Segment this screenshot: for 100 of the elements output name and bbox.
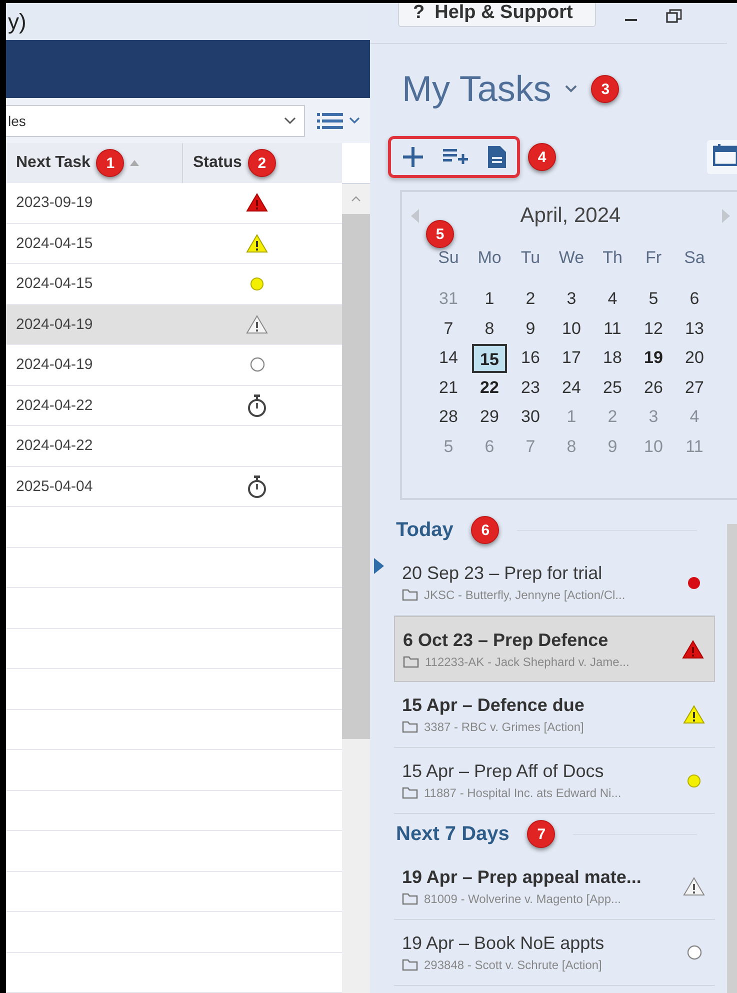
panel-title[interactable]: My Tasks [402, 68, 552, 110]
table-cell-text: 2023-09-19 [15, 193, 94, 214]
calendar-day[interactable]: 17 [551, 344, 592, 372]
status-dot-icon [250, 276, 264, 291]
weekday-label: Fr [644, 248, 663, 269]
table-row[interactable]: 2024-04-19 [6, 304, 342, 345]
table-row[interactable]: 2025-04-04 [6, 466, 342, 507]
table-cell-text: 2024-04-22 [15, 396, 94, 416]
table-row[interactable]: 2023-09-19 [6, 183, 342, 224]
weekday-label: Mo [476, 248, 502, 269]
calendar-day[interactable]: 22 [469, 374, 510, 402]
matter-label: 112233-AK - Jack Shephard v. Jame... [425, 654, 630, 668]
calendar-day[interactable]: 1 [469, 285, 510, 314]
calendar-day[interactable]: 10 [551, 314, 592, 343]
scrollbar-thumb[interactable] [342, 214, 370, 739]
warning-triangle-icon [683, 877, 705, 896]
table-cell-text: 2025-04-04 [15, 476, 94, 497]
warning-triangle-icon [246, 234, 268, 253]
table-row[interactable]: 2024-04-19 [6, 345, 342, 386]
calendar-day[interactable]: 4 [592, 285, 633, 314]
chevron-down-icon[interactable] [565, 85, 578, 93]
table-cell-text: 2024-04-22 [15, 436, 94, 456]
calendar-day[interactable]: 24 [551, 374, 592, 402]
warning-triangle-icon [246, 193, 268, 212]
task-title: 19 Apr – Prep appeal mate... [402, 867, 642, 888]
add-icon[interactable] [401, 145, 425, 169]
status-dot-icon [687, 774, 701, 788]
calendar-day[interactable]: 7 [428, 314, 469, 343]
help-button[interactable]: ? Help & Support [398, 3, 596, 27]
calendar-day[interactable]: 9 [510, 314, 551, 343]
column-header[interactable]: Next Task 1 [6, 143, 182, 183]
calendar-day[interactable]: 21 [428, 374, 469, 402]
scrollbar-thumb[interactable] [727, 524, 737, 993]
calendar-day[interactable]: 18 [592, 344, 633, 372]
add-list-icon[interactable] [443, 147, 469, 167]
calendar-day[interactable]: 20 [674, 344, 715, 372]
calendar-day[interactable]: 26 [633, 374, 674, 402]
table-cell-text: 2024-04-15 [15, 234, 94, 254]
calendar-day[interactable]: 6 [674, 285, 715, 314]
folder-icon [402, 893, 418, 905]
warning-triangle-icon [683, 705, 705, 724]
callout-badge: 7 [527, 820, 556, 848]
stopwatch-icon [247, 474, 267, 498]
group-heading: Next 7 Days [396, 822, 510, 846]
task-item[interactable]: 19 Apr – Prep appeal mate... 81009 - Wolverine v. Magento [App... [394, 854, 715, 920]
circle-icon [250, 357, 264, 372]
calendar-day[interactable]: 2 [510, 285, 551, 314]
callout-badge: 5 [426, 220, 454, 248]
document-icon[interactable] [487, 145, 507, 169]
calendar-day[interactable]: 14 [428, 344, 469, 372]
calendar-day[interactable]: 28 [428, 403, 469, 432]
calendar-day[interactable]: 3 [551, 285, 592, 314]
task-title: 15 Apr – Defence due [402, 695, 586, 716]
matter-label: 81009 - Wolverine v. Magento [App... [424, 892, 621, 906]
task-item[interactable]: 15 Apr – Prep Aff of Docs 11887 - Hospital Inc. ats Edward Ni... [394, 748, 715, 814]
chevron-up-icon [351, 196, 361, 202]
callout-badge: 1 [96, 149, 124, 177]
calendar-day[interactable]: 30 [510, 403, 551, 432]
list-icon [317, 112, 343, 130]
task-item[interactable]: 6 Oct 23 – Prep Defence 112233-AK - Jack Shephard v. Jame... [394, 616, 715, 682]
calendar-day[interactable]: 5 [633, 285, 674, 314]
folder-icon [402, 721, 418, 733]
calendar-day[interactable]: 16 [510, 344, 551, 372]
calendar-day[interactable]: 25 [592, 374, 633, 402]
matter-label: 293848 - Scott v. Schrute [Action] [424, 958, 602, 972]
warning-triangle-icon [682, 640, 704, 658]
task-title: 20 Sep 23 – Prep for trial [402, 563, 604, 584]
weekday-label: Sa [683, 248, 706, 269]
month-title: April, 2024 [520, 204, 621, 228]
task-item[interactable]: 15 Apr – Defence due 3387 - RBC v. Grimes [Action] [394, 682, 715, 748]
calendar-day[interactable]: 13 [674, 314, 715, 343]
circle-icon [686, 945, 702, 960]
chevron-down-icon [284, 116, 296, 124]
restore-icon[interactable] [666, 9, 682, 23]
table-cell-text: 2024-04-19 [15, 355, 94, 376]
calendar-day[interactable]: 15 [472, 344, 507, 372]
matter-label: 3387 - RBC v. Grimes [Action] [424, 720, 584, 734]
group-heading: Today [396, 518, 454, 542]
calendar-day[interactable]: 29 [469, 403, 510, 432]
task-item[interactable]: 19 Apr – Book NoE appts 293848 - Scott v. Schrute [Action] [394, 920, 715, 986]
calendar-day[interactable]: 27 [674, 374, 715, 402]
table-cell-text: 2024-04-15 [15, 274, 94, 294]
calendar-day[interactable]: 12 [633, 314, 674, 343]
weekday-label: Th [602, 248, 624, 269]
calendar-day[interactable]: 8 [469, 314, 510, 343]
folder-icon [402, 787, 418, 799]
calendar-day[interactable]: 19 [633, 344, 674, 372]
table-row[interactable]: 2024-04-15 [6, 224, 342, 264]
task-title: 15 Apr – Prep Aff of Docs [402, 761, 605, 782]
calendar-day[interactable]: 23 [510, 374, 551, 402]
callout-badge: 6 [471, 516, 500, 544]
callout-badge: 2 [248, 149, 276, 177]
weekday-label: Tu [520, 248, 542, 269]
column-header[interactable]: Status 2 [182, 143, 342, 183]
matter-label: JKSC - Butterfly, Jennyne [Action/Cl... [424, 588, 626, 602]
table-row[interactable]: 2024-04-22 [6, 386, 342, 426]
calendar-day[interactable]: 11 [592, 314, 633, 343]
calendar-icon[interactable] [707, 140, 737, 174]
filter-dropdown[interactable]: les [6, 104, 305, 136]
window-title: y) [8, 8, 26, 34]
